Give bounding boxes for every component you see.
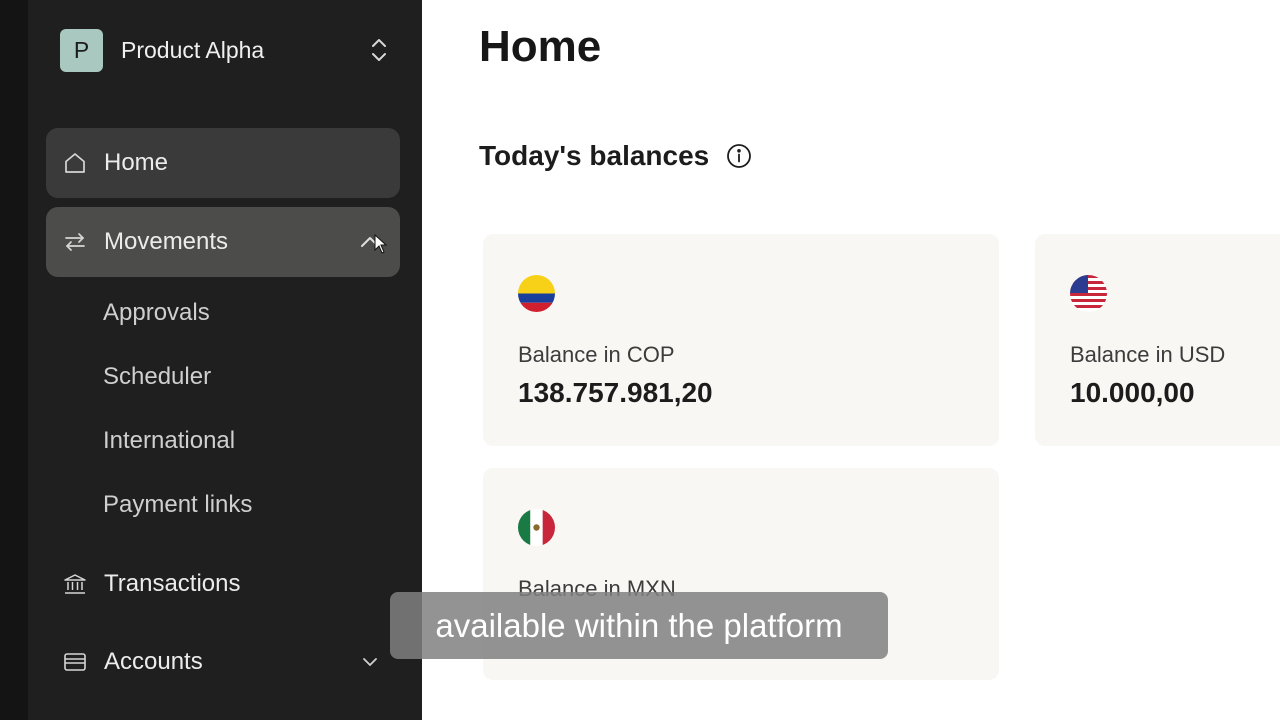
section-title: Today's balances — [479, 140, 710, 171]
page-title: Home — [479, 22, 602, 71]
sidebar-item-movements[interactable]: Movements — [46, 207, 400, 277]
sidebar-item-transactions[interactable]: Transactions — [46, 549, 400, 619]
sidebar-item-label: Movements — [104, 228, 229, 255]
mouse-cursor-icon — [374, 233, 388, 254]
wallet-icon — [62, 649, 88, 675]
workspace-switcher[interactable]: P Product Alpha — [60, 28, 390, 72]
window-edge — [0, 0, 28, 720]
balance-value: 138.757.981,20 — [518, 377, 713, 408]
chevron-down-icon[interactable] — [358, 650, 382, 674]
colombia-flag-icon — [518, 275, 555, 312]
mexico-flag-icon — [518, 509, 555, 546]
submenu-item-international[interactable]: International — [103, 427, 235, 455]
bank-icon — [62, 571, 88, 597]
sidebar-item-label: Home — [104, 149, 169, 176]
video-caption: available within the platform — [390, 592, 888, 659]
workspace-name: Product Alpha — [121, 36, 265, 63]
sidebar: P Product Alpha Home Movements Approvals… — [28, 0, 422, 720]
balance-label: Balance in USD — [1070, 342, 1226, 367]
sidebar-item-label: Accounts — [104, 648, 203, 675]
home-icon — [62, 150, 88, 176]
balance-label: Balance in COP — [518, 342, 675, 367]
section-header: Today's balances — [479, 140, 753, 172]
submenu-item-approvals[interactable]: Approvals — [103, 299, 210, 327]
workspace-avatar: P — [60, 28, 103, 72]
balance-card-cop[interactable]: Balance in COP 138.757.981,20 — [483, 234, 999, 446]
usa-flag-icon — [1070, 275, 1107, 312]
balance-card-usd[interactable]: Balance in USD 10.000,00 — [1035, 234, 1280, 446]
arrows-swap-icon — [62, 229, 88, 255]
info-icon[interactable] — [725, 142, 753, 170]
sidebar-item-home[interactable]: Home — [46, 128, 400, 198]
sidebar-item-accounts[interactable]: Accounts — [46, 627, 400, 697]
balance-value: 10.000,00 — [1070, 377, 1195, 408]
submenu-item-scheduler[interactable]: Scheduler — [103, 363, 211, 391]
sidebar-item-label: Transactions — [104, 570, 241, 597]
chevron-up-down-icon[interactable] — [368, 35, 390, 65]
submenu-item-payment-links[interactable]: Payment links — [103, 491, 252, 519]
